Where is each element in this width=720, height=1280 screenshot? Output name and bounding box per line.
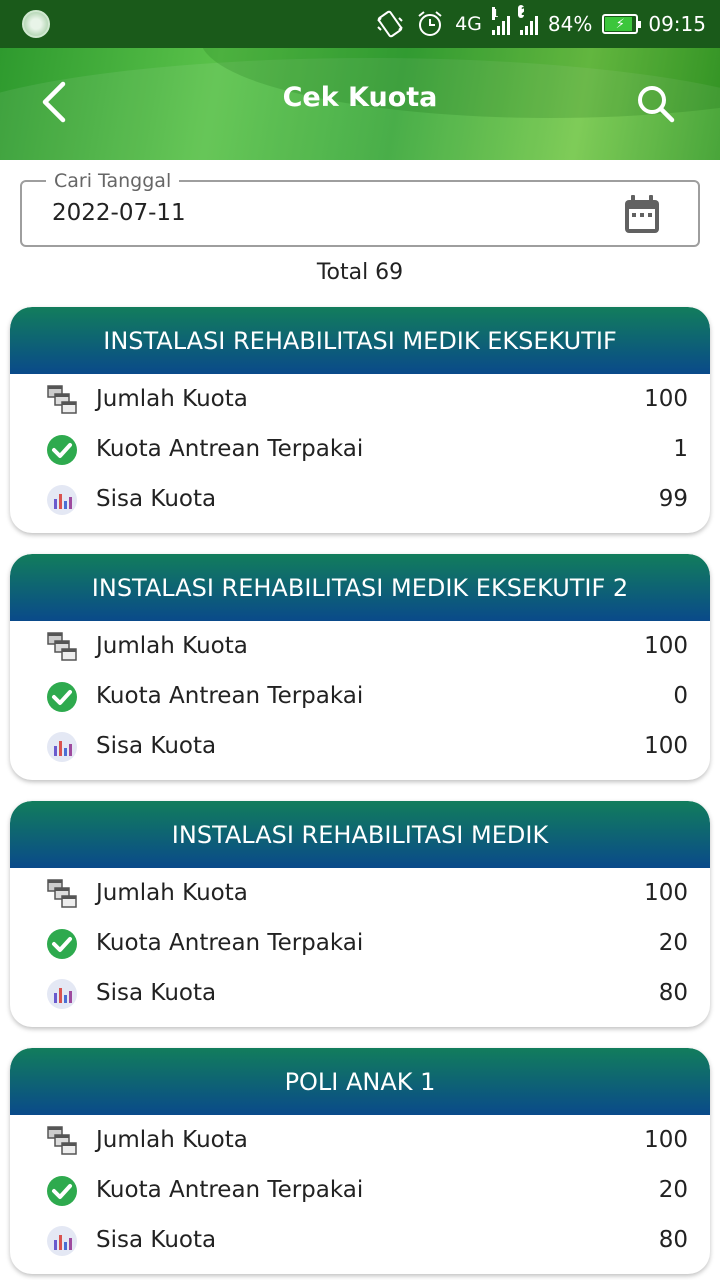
battery-icon: ⚡ xyxy=(602,14,642,34)
row-value: 80 xyxy=(658,980,688,1006)
row-kuota-terpakai: Kuota Antrean Terpakai 0 xyxy=(10,671,710,721)
row-label: Sisa Kuota xyxy=(96,733,217,759)
bar-chart-icon xyxy=(46,484,78,516)
card-title: INSTALASI REHABILITASI MEDIK EKSEKUTIF xyxy=(10,307,710,374)
row-sisa-kuota: Sisa Kuota 80 xyxy=(10,1215,710,1265)
app-bar: Cek Kuota xyxy=(0,48,720,160)
card-title: POLI ANAK 1 xyxy=(10,1048,710,1115)
row-sisa-kuota: Sisa Kuota 100 xyxy=(10,721,710,771)
status-bar: 4G 1 2 84% ⚡ 09:15 xyxy=(0,0,720,48)
sim2-label: 2 xyxy=(517,5,529,18)
row-value: 1 xyxy=(673,436,688,462)
date-search-field[interactable]: Cari Tanggal 2022-07-11 xyxy=(20,170,700,247)
row-label: Kuota Antrean Terpakai xyxy=(96,1177,364,1203)
row-sisa-kuota: Sisa Kuota 80 xyxy=(10,968,710,1018)
check-circle-icon xyxy=(46,928,78,960)
search-icon xyxy=(638,86,675,123)
bar-chart-icon xyxy=(46,978,78,1010)
row-value: 20 xyxy=(658,1177,688,1203)
row-value: 100 xyxy=(644,386,688,412)
card-title: INSTALASI REHABILITASI MEDIK EKSEKUTIF 2 xyxy=(10,554,710,621)
total-count: Total 69 xyxy=(316,260,404,285)
windows-stack-icon xyxy=(46,1125,78,1157)
row-label: Kuota Antrean Terpakai xyxy=(96,930,364,956)
sim1-label: 1 xyxy=(491,7,499,20)
row-label: Kuota Antrean Terpakai xyxy=(96,683,364,709)
row-kuota-terpakai: Kuota Antrean Terpakai 1 xyxy=(10,424,710,474)
row-value: 100 xyxy=(644,1127,688,1153)
alarm-icon xyxy=(415,9,445,39)
row-sisa-kuota: Sisa Kuota 99 xyxy=(10,474,710,524)
row-jumlah-kuota: Jumlah Kuota 100 xyxy=(10,621,710,671)
bar-chart-icon xyxy=(46,731,78,763)
check-circle-icon xyxy=(46,681,78,713)
row-label: Jumlah Kuota xyxy=(96,880,248,906)
row-jumlah-kuota: Jumlah Kuota 100 xyxy=(10,868,710,918)
battery-percent: 84% xyxy=(547,12,593,36)
calendar-icon[interactable] xyxy=(622,194,662,236)
clock: 09:15 xyxy=(648,12,706,36)
date-field-label: Cari Tanggal xyxy=(46,170,180,192)
row-jumlah-kuota: Jumlah Kuota 100 xyxy=(10,374,710,424)
page-title: Cek Kuota xyxy=(282,82,438,113)
row-label: Jumlah Kuota xyxy=(96,633,248,659)
row-kuota-terpakai: Kuota Antrean Terpakai 20 xyxy=(10,918,710,968)
row-value: 100 xyxy=(644,633,688,659)
windows-stack-icon xyxy=(46,631,78,663)
quota-card: POLI ANAK 1 Jumlah Kuota 100 Kuota Antre… xyxy=(10,1048,710,1274)
check-circle-icon xyxy=(46,1175,78,1207)
row-value: 20 xyxy=(658,930,688,956)
vibrate-icon xyxy=(375,9,405,39)
row-label: Kuota Antrean Terpakai xyxy=(96,436,364,462)
row-value: 0 xyxy=(673,683,688,709)
card-title: INSTALASI REHABILITASI MEDIK xyxy=(10,801,710,868)
date-field-value[interactable]: 2022-07-11 xyxy=(52,200,186,226)
row-label: Jumlah Kuota xyxy=(96,1127,248,1153)
quota-card: INSTALASI REHABILITASI MEDIK EKSEKUTIF J… xyxy=(10,307,710,533)
quota-card: INSTALASI REHABILITASI MEDIK Jumlah Kuot… xyxy=(10,801,710,1027)
row-label: Sisa Kuota xyxy=(96,1227,217,1253)
row-value: 80 xyxy=(658,1227,688,1253)
row-jumlah-kuota: Jumlah Kuota 100 xyxy=(10,1115,710,1165)
app-notification-icon xyxy=(22,10,50,38)
search-button[interactable] xyxy=(634,82,678,126)
quota-card: INSTALASI REHABILITASI MEDIK EKSEKUTIF 2… xyxy=(10,554,710,780)
row-kuota-terpakai: Kuota Antrean Terpakai 20 xyxy=(10,1165,710,1215)
windows-stack-icon xyxy=(46,384,78,416)
row-label: Sisa Kuota xyxy=(96,980,217,1006)
row-value: 100 xyxy=(644,733,688,759)
bar-chart-icon xyxy=(46,1225,78,1257)
row-label: Jumlah Kuota xyxy=(96,386,248,412)
windows-stack-icon xyxy=(46,878,78,910)
row-label: Sisa Kuota xyxy=(96,486,217,512)
signal-sim2-icon: 2 xyxy=(517,5,538,35)
network-type: 4G xyxy=(455,13,482,35)
row-value: 99 xyxy=(658,486,688,512)
check-circle-icon xyxy=(46,434,78,466)
signal-sim1-icon: 1 xyxy=(491,7,510,35)
row-value: 100 xyxy=(644,880,688,906)
